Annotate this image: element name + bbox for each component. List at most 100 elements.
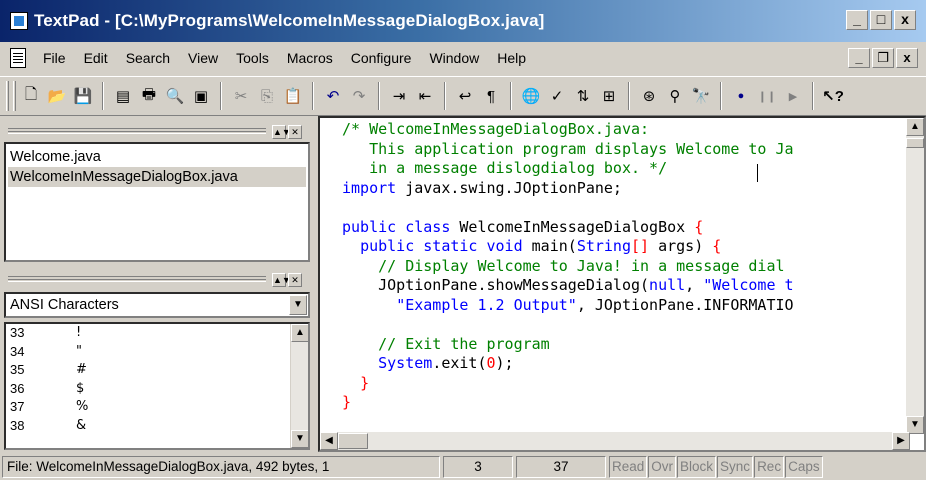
document-item-welcome-in-message-dialog-box[interactable]: WelcomeInMessageDialogBox.java [8, 167, 306, 187]
maximize-button[interactable]: □ [870, 10, 892, 30]
code-line[interactable]: /* WelcomeInMessageDialogBox.java: [342, 120, 794, 140]
textpad-app-icon[interactable] [10, 12, 28, 30]
doc-close-button[interactable]: x [896, 48, 918, 68]
toolbar-grip[interactable] [13, 81, 16, 111]
list-item[interactable]: 36 $ [6, 380, 308, 399]
pane-drag-handle[interactable] [8, 276, 266, 282]
word-wrap-icon[interactable]: ↩ [453, 84, 477, 108]
menu-window[interactable]: Window [420, 50, 488, 66]
list-item[interactable]: 34 " [6, 343, 308, 362]
scroll-up-icon[interactable]: ▲ [291, 324, 308, 342]
copy-icon[interactable]: ⎘ [255, 84, 279, 108]
code-line[interactable]: JOptionPane.showMessageDialog(null, "Wel… [342, 276, 794, 296]
toolbar-separator [102, 82, 104, 110]
code-editor[interactable]: /* WelcomeInMessageDialogBox.java: This … [318, 116, 926, 452]
close-button[interactable]: x [894, 10, 916, 30]
menu-edit[interactable]: Edit [75, 50, 117, 66]
pane-drag-handle[interactable] [8, 128, 266, 134]
chevron-down-icon[interactable]: ▼ [289, 295, 307, 315]
code-token: } [360, 373, 370, 392]
code-line[interactable]: in a message dislogdialog box. */ [342, 159, 794, 179]
scroll-thumb[interactable] [906, 138, 924, 148]
compare-icon[interactable]: ⊞ [597, 84, 621, 108]
code-text[interactable]: /* WelcomeInMessageDialogBox.java: This … [342, 120, 794, 413]
find-icon[interactable]: ⊛ [637, 84, 661, 108]
code-line[interactable]: import javax.swing.JOptionPane; [342, 179, 794, 199]
toolbar-separator [444, 82, 446, 110]
save-icon[interactable]: 💾 [71, 84, 95, 108]
code-line[interactable]: } [342, 374, 794, 394]
document-icon[interactable] [10, 48, 26, 68]
spelling-icon[interactable]: ▣ [189, 84, 213, 108]
pane-close-icon[interactable]: ✕ [288, 273, 302, 287]
code-line[interactable]: This application program displays Welcom… [342, 140, 794, 160]
pilcrow-icon[interactable]: ¶ [479, 84, 503, 108]
menu-macros[interactable]: Macros [278, 50, 342, 66]
pane-header[interactable]: ▲▼ ✕ [4, 122, 310, 142]
outdent-icon[interactable]: ⇤ [413, 84, 437, 108]
editor-vertical-scrollbar[interactable]: ▲ ▼ [906, 118, 924, 434]
find-next-icon[interactable]: ⚲ [663, 84, 687, 108]
list-item[interactable]: 37% [6, 398, 308, 417]
code-line[interactable]: public class WelcomeInMessageDialogBox { [342, 218, 794, 238]
list-item[interactable]: 35 # [6, 361, 308, 380]
paste-icon[interactable]: 📋 [281, 84, 305, 108]
code-line[interactable]: } [342, 393, 794, 413]
code-line[interactable]: // Display Welcome to Java! in a message… [342, 257, 794, 277]
indent-icon[interactable]: ⇥ [387, 84, 411, 108]
save-all-icon[interactable]: ▤ [111, 84, 135, 108]
cut-icon[interactable]: ✂ [229, 84, 253, 108]
new-icon[interactable]: 🗋 [19, 84, 43, 108]
code-line[interactable] [342, 198, 794, 218]
pane-resize-icon[interactable]: ▲▼ [272, 125, 291, 139]
pane-resize-icon[interactable]: ▲▼ [272, 273, 291, 287]
print-preview-icon[interactable]: 🔍 [163, 84, 187, 108]
code-line[interactable]: "Example 1.2 Output", JOptionPane.INFORM… [342, 296, 793, 316]
code-token: args) [649, 237, 713, 255]
code-line[interactable]: // Exit the program [342, 335, 794, 355]
code-line[interactable]: System.exit(0); [342, 354, 794, 374]
doc-minimize-button[interactable]: _ [848, 48, 870, 68]
menu-tools[interactable]: Tools [227, 50, 278, 66]
menu-search[interactable]: Search [117, 50, 179, 66]
list-item[interactable]: 38 & [6, 417, 308, 436]
scroll-right-icon[interactable]: ▶ [892, 432, 910, 450]
scroll-up-icon[interactable]: ▲ [906, 118, 924, 136]
toolbar-separator [220, 82, 222, 110]
browser-icon[interactable]: 🌐 [519, 84, 543, 108]
code-token: { [694, 217, 704, 236]
character-list-scrollbar[interactable]: ▲ ▼ [290, 324, 308, 448]
menu-configure[interactable]: Configure [342, 50, 421, 66]
sort-icon[interactable]: ⇅ [571, 84, 595, 108]
menu-help[interactable]: Help [488, 50, 535, 66]
toolbar-grip[interactable] [6, 81, 9, 111]
list-item[interactable]: 33! [6, 324, 308, 343]
help-icon[interactable]: ↖? [821, 84, 845, 108]
pane-header[interactable]: ▲▼ ✕ [4, 270, 310, 290]
scroll-thumb[interactable] [338, 433, 368, 449]
scroll-down-icon[interactable]: ▼ [291, 430, 308, 448]
play-icon[interactable]: ▶ [781, 84, 805, 108]
editor-horizontal-scrollbar[interactable]: ◀ ▶ [320, 432, 910, 450]
undo-icon[interactable]: ↶ [321, 84, 345, 108]
record-macro-icon[interactable]: ● [729, 84, 753, 108]
find-in-files-icon[interactable]: 🔭 [689, 84, 713, 108]
window-title: TextPad - [C:\MyPrograms\WelcomeInMessag… [34, 11, 545, 30]
print-icon[interactable]: 🖶 [137, 84, 161, 108]
code-line[interactable]: public static void main(String[] args) { [342, 237, 794, 257]
spell-check-icon[interactable]: ✓ [545, 84, 569, 108]
scroll-left-icon[interactable]: ◀ [320, 432, 338, 450]
document-item-welcome[interactable]: Welcome.java [8, 147, 306, 167]
minimize-button[interactable]: _ [846, 10, 868, 30]
redo-icon[interactable]: ↷ [347, 84, 371, 108]
pane-close-icon[interactable]: ✕ [288, 125, 302, 139]
doc-restore-button[interactable]: ❐ [872, 48, 894, 68]
open-icon[interactable]: 📂 [45, 84, 69, 108]
playback-icon[interactable]: ❙❙ [755, 84, 779, 108]
code-token: } [342, 393, 352, 411]
code-token: .exit( [432, 354, 487, 372]
menu-file[interactable]: File [34, 50, 75, 66]
code-line[interactable] [342, 315, 794, 335]
clip-library-select[interactable]: ANSI Characters ▼ [4, 292, 310, 318]
menu-view[interactable]: View [179, 50, 227, 66]
